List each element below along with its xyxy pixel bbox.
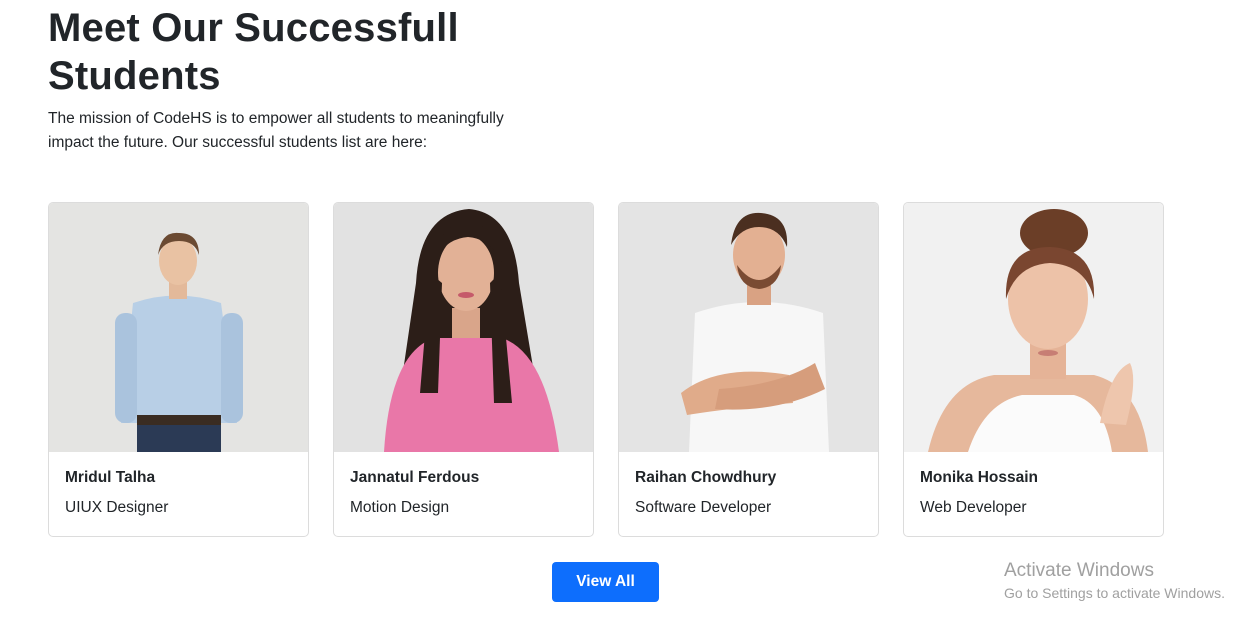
- student-card[interactable]: Raihan Chowdhury Software Developer: [618, 202, 879, 537]
- student-photo: [334, 203, 593, 452]
- student-photo: [49, 203, 308, 452]
- view-all-button[interactable]: View All: [552, 562, 659, 602]
- student-role: UIUX Designer: [65, 499, 169, 516]
- student-role: Web Developer: [920, 499, 1027, 516]
- watermark-subtitle: Go to Settings to activate Windows.: [1004, 585, 1225, 601]
- student-role: Motion Design: [350, 499, 450, 516]
- activate-windows-watermark: Activate Windows Go to Settings to activ…: [1004, 560, 1225, 604]
- section-subtitle: The mission of CodeHS is to empower all …: [48, 110, 504, 151]
- watermark-title: Activate Windows: [1004, 560, 1154, 581]
- section-title: Meet Our Successfull Students: [48, 6, 459, 98]
- student-cards: Mridul Talha UIUX Designer Jannatul Ferd…: [48, 202, 1164, 537]
- student-card[interactable]: Mridul Talha UIUX Designer: [48, 202, 309, 537]
- student-card[interactable]: Jannatul Ferdous Motion Design: [333, 202, 594, 537]
- student-role: Software Developer: [635, 499, 772, 516]
- student-name: Jannatul Ferdous: [350, 469, 480, 486]
- student-photo: [904, 203, 1163, 452]
- student-name: Mridul Talha: [65, 469, 156, 486]
- student-name: Raihan Chowdhury: [635, 469, 777, 486]
- student-photo: [619, 203, 878, 452]
- student-card[interactable]: Monika Hossain Web Developer: [903, 202, 1164, 537]
- student-name: Monika Hossain: [920, 469, 1038, 486]
